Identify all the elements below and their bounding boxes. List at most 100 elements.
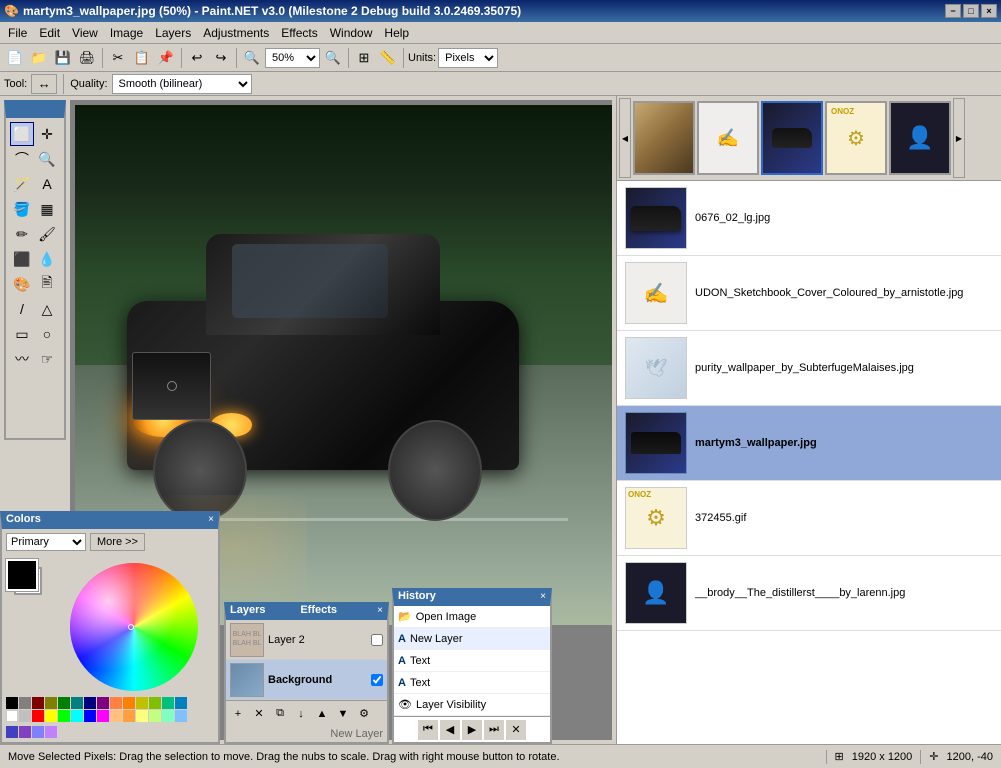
palette-red[interactable]: [32, 710, 44, 722]
palette-cyan1[interactable]: [162, 697, 174, 709]
undo-button[interactable]: ↩: [186, 47, 208, 69]
layers-delete-btn[interactable]: ✕: [249, 704, 269, 724]
palette-gray[interactable]: [19, 697, 31, 709]
tool-colorpicker[interactable]: 💧: [35, 247, 59, 271]
palette-orange1[interactable]: [110, 697, 122, 709]
layer-check-bg[interactable]: [371, 674, 383, 686]
palette-orange2[interactable]: [123, 697, 135, 709]
thumb-4[interactable]: ONOZ ⚙: [825, 101, 887, 175]
maximize-button[interactable]: □: [963, 4, 979, 18]
palette-lightindigo[interactable]: [32, 726, 44, 738]
history-item-5[interactable]: 👁 Layer Visibility: [394, 694, 550, 716]
layers-merge-btn[interactable]: ↓: [291, 704, 311, 724]
palette-lime1[interactable]: [149, 697, 161, 709]
history-item-4[interactable]: A Text: [394, 672, 550, 694]
menu-layers[interactable]: Layers: [149, 24, 197, 42]
tool-clone[interactable]: 🖹: [35, 272, 59, 296]
palette-silver[interactable]: [19, 710, 31, 722]
menu-window[interactable]: Window: [324, 24, 379, 42]
palette-magenta[interactable]: [97, 710, 109, 722]
history-panel-close[interactable]: ×: [540, 591, 546, 602]
palette-yellow1[interactable]: [136, 697, 148, 709]
palette-teal[interactable]: [71, 697, 83, 709]
file-item-1[interactable]: 0676_02_lg.jpg: [617, 181, 1001, 256]
palette-cyan[interactable]: [71, 710, 83, 722]
zoom-in-button[interactable]: 🔍: [322, 47, 344, 69]
history-item-2[interactable]: A New Layer: [394, 628, 550, 650]
tool-paint-bucket[interactable]: 🪣: [10, 197, 34, 221]
palette-indigo[interactable]: [6, 726, 18, 738]
menu-view[interactable]: View: [66, 24, 104, 42]
palette-peach[interactable]: [110, 710, 122, 722]
layers-props-btn[interactable]: ⚙: [354, 704, 374, 724]
grid-button[interactable]: ⊞: [353, 47, 375, 69]
palette-lightcyan[interactable]: [162, 710, 174, 722]
layer-item-bg[interactable]: Background: [226, 660, 387, 700]
redo-button[interactable]: ↪: [210, 47, 232, 69]
thumb-scroll-left[interactable]: ◀: [619, 98, 631, 178]
thumb-3[interactable]: [761, 101, 823, 175]
palette-black[interactable]: [6, 697, 18, 709]
palette-lightviolet[interactable]: [45, 726, 57, 738]
rulers-button[interactable]: 📏: [377, 47, 399, 69]
tool-ellipse[interactable]: ○: [35, 322, 59, 346]
save-button[interactable]: 💾: [52, 47, 74, 69]
tool-eraser[interactable]: ⬛: [10, 247, 34, 271]
current-tool-icon[interactable]: ↔: [31, 74, 57, 94]
palette-blue[interactable]: [84, 710, 96, 722]
zoom-select[interactable]: 50% 100% 200%: [265, 48, 320, 68]
file-item-6[interactable]: 👤 __brody__The_distillerst____by_larenn.…: [617, 556, 1001, 631]
tool-pencil[interactable]: ✏: [10, 222, 34, 246]
tool-freeform[interactable]: 〰: [10, 347, 34, 371]
file-item-5[interactable]: ONOZ ⚙ 372455.gif: [617, 481, 1001, 556]
palette-yellow[interactable]: [45, 710, 57, 722]
thumb-scroll-right[interactable]: ▶: [953, 98, 965, 178]
tool-move[interactable]: ✛: [35, 122, 59, 146]
thumb-2[interactable]: ✍: [697, 101, 759, 175]
quality-select[interactable]: Smooth (bilinear) Nearest Neighbor: [112, 74, 252, 94]
cut-button[interactable]: ✂: [107, 47, 129, 69]
palette-navy[interactable]: [84, 697, 96, 709]
history-prev-btn[interactable]: ◀: [440, 720, 460, 740]
menu-edit[interactable]: Edit: [33, 24, 66, 42]
palette-lightyellow[interactable]: [136, 710, 148, 722]
tool-gradient[interactable]: ▦: [35, 197, 59, 221]
palette-darkred[interactable]: [32, 697, 44, 709]
palette-white[interactable]: [6, 710, 18, 722]
thumb-1[interactable]: [633, 101, 695, 175]
menu-help[interactable]: Help: [378, 24, 415, 42]
layers-down-btn[interactable]: ▼: [333, 704, 353, 724]
close-button[interactable]: ×: [981, 4, 997, 18]
palette-violet[interactable]: [19, 726, 31, 738]
history-item-3[interactable]: A Text: [394, 650, 550, 672]
history-next-btn[interactable]: ▶: [462, 720, 482, 740]
tool-line[interactable]: /: [10, 297, 34, 321]
units-select[interactable]: Pixels Inches: [438, 48, 498, 68]
palette-lime[interactable]: [58, 710, 70, 722]
palette-lightlime[interactable]: [149, 710, 161, 722]
file-item-4[interactable]: martym3_wallpaper.jpg: [617, 406, 1001, 481]
palette-blue1[interactable]: [175, 697, 187, 709]
palette-tan[interactable]: [123, 710, 135, 722]
open-button[interactable]: 📁: [28, 47, 50, 69]
layer-item-2[interactable]: BLAH BLBLAH BL Layer 2: [226, 620, 387, 660]
history-item-1[interactable]: 📂 Open Image: [394, 606, 550, 628]
tool-hand[interactable]: ☞: [35, 347, 59, 371]
menu-effects[interactable]: Effects: [275, 24, 323, 42]
tool-shapes[interactable]: △: [35, 297, 59, 321]
tools-panel-close[interactable]: ×: [56, 102, 62, 113]
palette-green[interactable]: [58, 697, 70, 709]
menu-file[interactable]: File: [2, 24, 33, 42]
primary-select[interactable]: Primary: [6, 533, 86, 551]
layers-add-btn[interactable]: +: [228, 704, 248, 724]
more-button[interactable]: More >>: [90, 533, 145, 551]
file-item-2[interactable]: ✍ UDON_Sketchbook_Cover_Coloured_by_arni…: [617, 256, 1001, 331]
tool-text[interactable]: A: [35, 172, 59, 196]
paste-button[interactable]: 📌: [155, 47, 177, 69]
layers-up-btn[interactable]: ▲: [312, 704, 332, 724]
palette-olive[interactable]: [45, 697, 57, 709]
history-first-btn[interactable]: ⏮: [418, 720, 438, 740]
palette-lightblue[interactable]: [175, 710, 187, 722]
history-clear-btn[interactable]: ✕: [506, 720, 526, 740]
thumb-5[interactable]: 👤: [889, 101, 951, 175]
